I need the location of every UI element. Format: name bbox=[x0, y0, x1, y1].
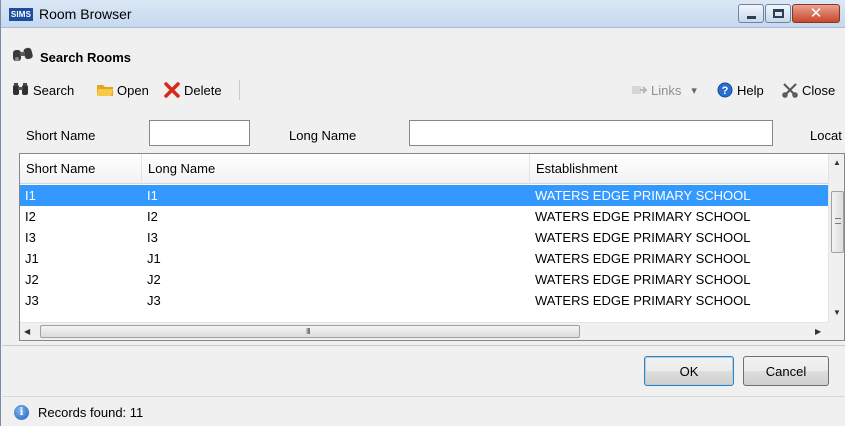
cell-long-name: I3 bbox=[147, 230, 158, 245]
column-header-short-name[interactable]: Short Name bbox=[20, 154, 142, 184]
help-button-label: Help bbox=[737, 82, 764, 98]
open-button[interactable]: Open bbox=[96, 80, 149, 100]
scroll-left-icon[interactable]: ◀ bbox=[24, 327, 30, 336]
close-button-label: Close bbox=[802, 82, 836, 98]
help-icon: ? bbox=[717, 82, 733, 98]
close-button[interactable]: Close bbox=[781, 80, 835, 100]
cell-long-name: J1 bbox=[147, 251, 161, 266]
grip-icon bbox=[835, 218, 841, 224]
svg-text:?: ? bbox=[722, 85, 729, 97]
short-name-label: Short Name bbox=[26, 128, 96, 143]
page-title: Search Rooms bbox=[40, 50, 132, 65]
divider bbox=[2, 345, 845, 346]
grid-header: Short Name Long Name Establishment bbox=[20, 154, 828, 184]
status-bar: i Records found: 11 bbox=[2, 396, 845, 426]
chevron-down-icon: ▾ bbox=[691, 84, 697, 97]
table-row[interactable]: J2 J2 WATERS EDGE PRIMARY SCHOOL bbox=[20, 269, 828, 290]
cell-short-name: I1 bbox=[25, 188, 36, 203]
help-button[interactable]: ? Help bbox=[716, 80, 764, 100]
cell-short-name: I2 bbox=[25, 209, 36, 224]
rooms-grid: Short Name Long Name Establishment I1 I1 W… bbox=[19, 153, 845, 341]
delete-button[interactable]: Delete bbox=[163, 80, 222, 100]
table-row[interactable]: J3 J3 WATERS EDGE PRIMARY SCHOOL bbox=[20, 290, 828, 311]
vertical-scrollbar[interactable]: ▲ ▼ bbox=[828, 154, 844, 322]
location-label: Locat bbox=[810, 128, 842, 143]
cell-establishment: WATERS EDGE PRIMARY SCHOOL bbox=[535, 209, 751, 224]
scroll-corner bbox=[828, 322, 844, 340]
cancel-button[interactable]: Cancel bbox=[743, 356, 829, 386]
cell-short-name: J2 bbox=[25, 272, 39, 287]
short-name-input[interactable] bbox=[149, 120, 250, 146]
links-dropdown[interactable]: Links ▾ bbox=[630, 80, 697, 100]
cell-establishment: WATERS EDGE PRIMARY SCHOOL bbox=[535, 188, 751, 203]
binoculars-icon bbox=[13, 47, 33, 61]
maximize-icon bbox=[773, 9, 784, 18]
table-row[interactable]: I1 I1 WATERS EDGE PRIMARY SCHOOL bbox=[20, 185, 828, 206]
records-found-text: Records found: 11 bbox=[38, 405, 144, 420]
grid-rows: I1 I1 WATERS EDGE PRIMARY SCHOOL I2 I2 WATERS… bbox=[20, 185, 828, 311]
cell-long-name: I2 bbox=[147, 209, 158, 224]
cell-short-name: J3 bbox=[25, 293, 39, 308]
cell-long-name: J3 bbox=[147, 293, 161, 308]
delete-button-label: Delete bbox=[184, 82, 222, 98]
binoculars-icon bbox=[13, 83, 28, 95]
toolbar-divider bbox=[239, 80, 240, 100]
maximize-button[interactable] bbox=[765, 4, 791, 23]
long-name-input[interactable] bbox=[409, 120, 773, 146]
room-browser-window: SIMS Room Browser ✕ Search Rooms Search … bbox=[0, 0, 845, 426]
close-icon: ✕ bbox=[809, 5, 823, 22]
links-icon bbox=[632, 86, 648, 94]
cell-establishment: WATERS EDGE PRIMARY SCHOOL bbox=[535, 293, 751, 308]
sims-app-icon: SIMS bbox=[9, 8, 33, 21]
folder-icon bbox=[97, 85, 113, 96]
cell-short-name: I3 bbox=[25, 230, 36, 245]
minimize-button[interactable] bbox=[738, 4, 764, 23]
scissors-close-icon bbox=[782, 83, 798, 98]
scroll-down-icon[interactable]: ▼ bbox=[833, 308, 841, 317]
links-label: Links bbox=[651, 82, 682, 98]
search-rooms-header: Search Rooms bbox=[2, 44, 845, 70]
cell-establishment: WATERS EDGE PRIMARY SCHOOL bbox=[535, 230, 751, 245]
title-bar[interactable]: SIMS Room Browser ✕ bbox=[1, 0, 845, 28]
cell-establishment: WATERS EDGE PRIMARY SCHOOL bbox=[535, 251, 751, 266]
search-button-label: Search bbox=[33, 82, 75, 98]
info-icon: i bbox=[14, 405, 29, 420]
long-name-label: Long Name bbox=[289, 128, 357, 143]
open-button-label: Open bbox=[117, 82, 149, 98]
scroll-right-icon[interactable]: ▶ bbox=[815, 327, 821, 336]
column-header-long-name[interactable]: Long Name bbox=[142, 154, 530, 184]
ok-button[interactable]: OK bbox=[644, 356, 734, 386]
cell-long-name: J2 bbox=[147, 272, 161, 287]
cell-long-name: I1 bbox=[147, 188, 158, 203]
grip-icon: III bbox=[306, 327, 311, 336]
vertical-scroll-thumb[interactable] bbox=[831, 191, 844, 253]
table-row[interactable]: I2 I2 WATERS EDGE PRIMARY SCHOOL bbox=[20, 206, 828, 227]
scroll-up-icon[interactable]: ▲ bbox=[833, 158, 841, 167]
window-title: Room Browser bbox=[39, 6, 132, 22]
table-row[interactable]: I3 I3 WATERS EDGE PRIMARY SCHOOL bbox=[20, 227, 828, 248]
table-row[interactable]: J1 J1 WATERS EDGE PRIMARY SCHOOL bbox=[20, 248, 828, 269]
cell-establishment: WATERS EDGE PRIMARY SCHOOL bbox=[535, 272, 751, 287]
red-x-icon bbox=[164, 82, 180, 98]
filter-row: Short Name Long Name Locat bbox=[2, 118, 845, 148]
search-button[interactable]: Search bbox=[12, 80, 74, 100]
cell-short-name: J1 bbox=[25, 251, 39, 266]
toolbar: Search Open Delete Links ▾ ? Help Close bbox=[2, 76, 845, 102]
minimize-icon bbox=[747, 16, 756, 19]
window-close-button[interactable]: ✕ bbox=[792, 4, 840, 23]
horizontal-scrollbar[interactable]: ◀ III ▶ bbox=[20, 322, 828, 340]
column-header-establishment[interactable]: Establishment bbox=[530, 154, 828, 184]
horizontal-scroll-thumb[interactable]: III bbox=[40, 325, 580, 338]
